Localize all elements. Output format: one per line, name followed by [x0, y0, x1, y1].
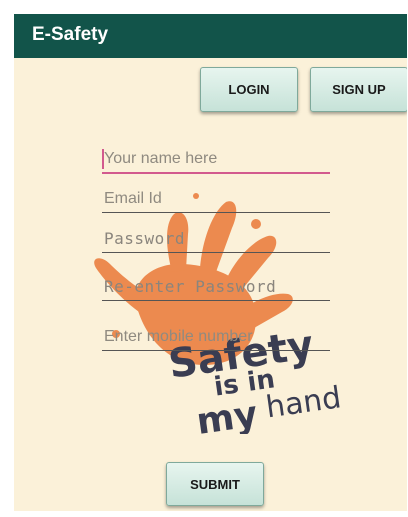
reenter-password-input[interactable]: Re-enter Password	[102, 272, 330, 301]
submit-button[interactable]: SUBMIT	[166, 462, 264, 506]
email-input[interactable]: Email Id	[102, 184, 330, 213]
watermark-is-in: is in	[212, 364, 276, 402]
watermark-my: my	[194, 394, 260, 434]
mobile-placeholder: Enter mobile number	[104, 328, 253, 345]
reenter-password-placeholder: Re-enter Password	[104, 277, 277, 296]
app-screen: E-Safety Safety is in my hand LOGIN SIGN…	[14, 14, 407, 511]
password-input[interactable]: Password	[102, 224, 330, 253]
login-button[interactable]: LOGIN	[200, 67, 298, 112]
safety-hand-logo: Safety is in my hand	[94, 193, 344, 434]
app-bar: E-Safety	[14, 14, 407, 58]
mobile-number-input[interactable]: Enter mobile number	[102, 322, 330, 351]
email-placeholder: Email Id	[104, 190, 162, 207]
watermark-hand: hand	[264, 380, 344, 425]
name-input[interactable]: Your name here	[102, 144, 330, 174]
name-placeholder: Your name here	[104, 150, 218, 167]
app-title: E-Safety	[32, 24, 109, 45]
password-placeholder: Password	[104, 229, 186, 248]
signup-button[interactable]: SIGN UP	[310, 67, 407, 112]
